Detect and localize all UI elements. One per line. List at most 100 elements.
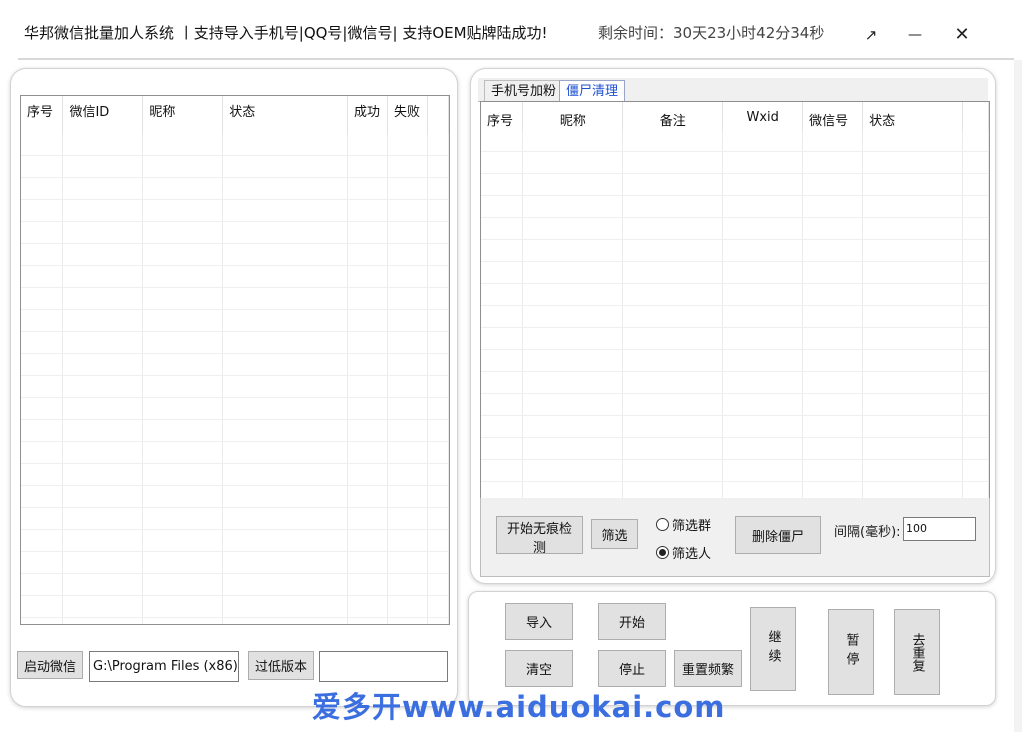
wechat-path-field[interactable]: G:\Program Files (x86)\Te bbox=[89, 651, 239, 682]
table-row[interactable] bbox=[481, 195, 989, 218]
table-row[interactable] bbox=[21, 529, 449, 552]
site-watermark: 爱多开www.aiduokai.com bbox=[312, 690, 726, 724]
table-row[interactable] bbox=[481, 481, 989, 498]
contacts-table[interactable]: 序号 昵称 备注 Wxid 微信号 状态 bbox=[480, 101, 990, 499]
table-row[interactable] bbox=[21, 595, 449, 618]
table-row[interactable] bbox=[21, 155, 449, 178]
table-cell bbox=[962, 283, 989, 306]
reset-frequent-button[interactable]: 重置频繁 bbox=[674, 650, 742, 687]
table-row[interactable] bbox=[481, 261, 989, 284]
column-header-index[interactable]: 序号 bbox=[21, 96, 64, 134]
table-row[interactable] bbox=[481, 349, 989, 372]
column-header-wechat-no[interactable]: 微信号 bbox=[802, 102, 864, 130]
table-row[interactable] bbox=[481, 305, 989, 328]
stop-button[interactable]: 停止 bbox=[598, 650, 666, 687]
column-header-nickname[interactable]: 昵称 bbox=[522, 102, 624, 130]
table-row[interactable] bbox=[21, 551, 449, 574]
start-detect-button[interactable]: 开始无痕检测 bbox=[496, 516, 583, 556]
table-cell bbox=[802, 151, 864, 174]
table-row[interactable] bbox=[21, 485, 449, 508]
table-cell bbox=[347, 309, 388, 332]
table-row[interactable] bbox=[21, 199, 449, 222]
table-row[interactable] bbox=[481, 130, 989, 152]
table-row[interactable] bbox=[21, 331, 449, 354]
table-row[interactable] bbox=[21, 375, 449, 398]
column-header-status[interactable]: 状态 bbox=[862, 102, 963, 130]
column-header-fail[interactable]: 失败 bbox=[387, 96, 428, 134]
table-cell bbox=[222, 155, 349, 178]
table-cell bbox=[347, 419, 388, 442]
table-row[interactable] bbox=[21, 441, 449, 464]
continue-button[interactable]: 继续 bbox=[750, 607, 796, 691]
table-cell bbox=[427, 243, 449, 266]
delete-zombie-button[interactable]: 删除僵尸 bbox=[735, 516, 821, 554]
table-row[interactable] bbox=[21, 309, 449, 332]
column-header-wxid[interactable]: Wxid bbox=[722, 102, 804, 130]
minimize-button[interactable]: — bbox=[900, 22, 930, 48]
table-cell bbox=[427, 353, 449, 376]
column-header-wechat-id[interactable]: 微信ID bbox=[62, 96, 144, 134]
radio-label-group: 筛选群 bbox=[672, 519, 712, 534]
table-row[interactable] bbox=[481, 371, 989, 394]
table-row[interactable] bbox=[21, 573, 449, 596]
table-cell bbox=[142, 397, 224, 420]
table-cell bbox=[722, 481, 804, 498]
column-header-remark[interactable]: 备注 bbox=[622, 102, 724, 130]
popout-icon[interactable]: ↗ bbox=[856, 22, 886, 48]
table-cell bbox=[387, 134, 428, 156]
table-row[interactable] bbox=[481, 327, 989, 350]
column-header-index[interactable]: 序号 bbox=[481, 102, 524, 130]
table-row[interactable] bbox=[481, 217, 989, 240]
table-cell bbox=[962, 371, 989, 394]
radio-filter-person[interactable]: 筛选人 bbox=[656, 543, 711, 562]
extra-input-field[interactable] bbox=[319, 651, 448, 682]
table-cell bbox=[962, 130, 989, 152]
clear-button[interactable]: 清空 bbox=[505, 650, 573, 687]
table-row[interactable] bbox=[481, 239, 989, 262]
table-row[interactable] bbox=[21, 177, 449, 200]
launch-wechat-button[interactable]: 启动微信 bbox=[17, 651, 83, 679]
table-row[interactable] bbox=[481, 151, 989, 174]
table-row[interactable] bbox=[21, 397, 449, 420]
table-cell bbox=[481, 393, 524, 416]
table-row[interactable] bbox=[21, 134, 449, 156]
low-version-button[interactable]: 过低版本 bbox=[248, 651, 314, 680]
table-row[interactable] bbox=[21, 463, 449, 486]
tab-zombie-cleanup[interactable]: 僵尸清理 bbox=[559, 80, 626, 103]
tab-phone-add-fans[interactable]: 手机号加粉 bbox=[484, 80, 564, 102]
start-button[interactable]: 开始 bbox=[598, 603, 666, 640]
table-cell bbox=[862, 437, 963, 460]
accounts-table[interactable]: 序号 微信ID 昵称 状态 成功 失败 bbox=[20, 95, 450, 625]
table-cell bbox=[62, 507, 144, 530]
close-button[interactable]: ✕ bbox=[947, 22, 977, 48]
table-row[interactable] bbox=[21, 265, 449, 288]
column-header-nickname[interactable]: 昵称 bbox=[142, 96, 224, 134]
radio-filter-group[interactable]: 筛选群 bbox=[656, 515, 711, 534]
table-row[interactable] bbox=[481, 283, 989, 306]
table-row[interactable] bbox=[481, 459, 989, 482]
table-cell bbox=[862, 173, 963, 196]
table-row[interactable] bbox=[481, 393, 989, 416]
column-header-success[interactable]: 成功 bbox=[347, 96, 388, 134]
interval-input[interactable]: 100 bbox=[903, 517, 976, 541]
table-row[interactable] bbox=[21, 507, 449, 530]
table-row[interactable] bbox=[481, 437, 989, 460]
table-row[interactable] bbox=[481, 415, 989, 438]
table-row[interactable] bbox=[21, 287, 449, 310]
table-cell bbox=[62, 529, 144, 552]
table-row[interactable] bbox=[21, 243, 449, 266]
filter-button[interactable]: 筛选 bbox=[591, 519, 638, 549]
column-header-status[interactable]: 状态 bbox=[222, 96, 349, 134]
table-cell bbox=[62, 419, 144, 442]
table-row[interactable] bbox=[21, 419, 449, 442]
table-row[interactable] bbox=[21, 221, 449, 244]
table-row[interactable] bbox=[481, 173, 989, 196]
table-row[interactable] bbox=[21, 353, 449, 376]
pause-button[interactable]: 暂停 bbox=[828, 609, 874, 695]
table-row[interactable] bbox=[21, 617, 449, 624]
table-cell bbox=[481, 217, 524, 240]
table-cell bbox=[387, 309, 428, 332]
window-scrollbar[interactable] bbox=[1014, 60, 1022, 732]
dedupe-button[interactable]: 去重复 bbox=[894, 609, 940, 695]
import-button[interactable]: 导入 bbox=[505, 603, 573, 640]
